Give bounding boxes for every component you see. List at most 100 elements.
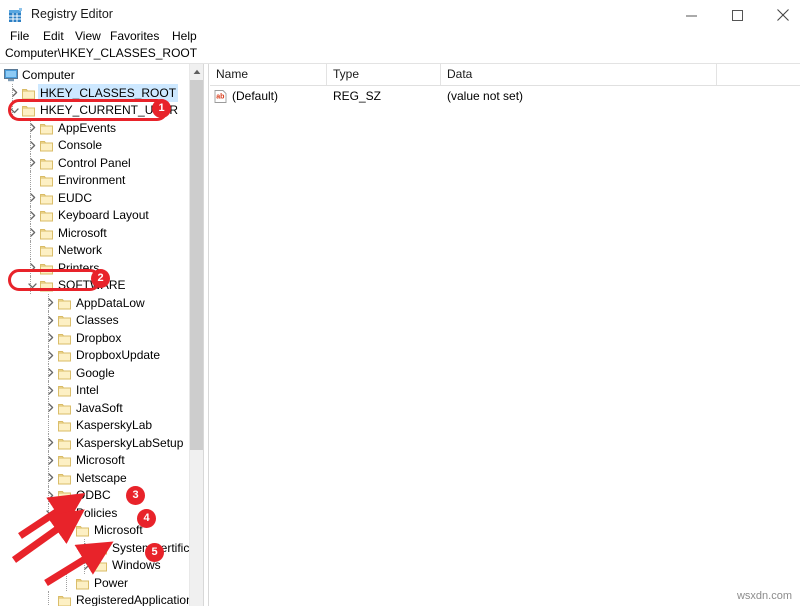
tree-node-label: HKEY_CURRENT_USER bbox=[38, 101, 180, 119]
chevron-right-icon[interactable] bbox=[25, 224, 39, 242]
tree-node-control-panel[interactable]: Control Panel bbox=[0, 154, 189, 172]
menu-file[interactable]: File bbox=[5, 28, 34, 45]
tree-node-power[interactable]: Power bbox=[0, 574, 189, 592]
chevron-right-icon[interactable] bbox=[43, 329, 57, 347]
value-name: (Default) bbox=[232, 87, 278, 106]
tree-node-policies[interactable]: Policies bbox=[0, 504, 189, 522]
registry-tree[interactable]: ComputerHKEY_CLASSES_ROOTHKEY_CURRENT_US… bbox=[0, 64, 189, 606]
registry-grid-icon bbox=[8, 8, 24, 24]
chevron-right-icon[interactable] bbox=[25, 136, 39, 154]
chevron-right-icon[interactable] bbox=[43, 434, 57, 452]
folder-icon bbox=[58, 384, 71, 396]
menu-bar: FileEditViewFavoritesHelp bbox=[0, 25, 800, 47]
tree-node-javasoft[interactable]: JavaSoft bbox=[0, 399, 189, 417]
window-title: Registry Editor bbox=[31, 7, 113, 21]
folder-icon bbox=[58, 402, 71, 414]
tree-node-classes[interactable]: Classes bbox=[0, 311, 189, 329]
chevron-right-icon[interactable] bbox=[79, 556, 93, 574]
folder-icon bbox=[58, 454, 71, 466]
tree-node-kasperskylabsetup[interactable]: KasperskyLabSetup bbox=[0, 434, 189, 452]
tree-node-label: Microsoft bbox=[92, 521, 145, 539]
tree-node-hkey-current-user[interactable]: HKEY_CURRENT_USER bbox=[0, 101, 189, 119]
tree-node-console[interactable]: Console bbox=[0, 136, 189, 154]
tree-node-microsoft[interactable]: Microsoft bbox=[0, 451, 189, 469]
tree-node-environment[interactable]: Environment bbox=[0, 171, 189, 189]
chevron-right-icon[interactable] bbox=[25, 119, 39, 137]
chevron-right-icon[interactable] bbox=[25, 259, 39, 277]
chevron-right-icon[interactable] bbox=[43, 486, 57, 504]
chevron-right-icon[interactable] bbox=[43, 399, 57, 417]
tree-node-label: Microsoft bbox=[74, 451, 127, 469]
folder-icon bbox=[58, 437, 71, 449]
tree-node-microsoft[interactable]: Microsoft bbox=[0, 521, 189, 539]
chevron-right-icon[interactable] bbox=[25, 206, 39, 224]
folder-icon bbox=[40, 209, 53, 221]
folder-icon bbox=[22, 87, 35, 99]
tree-node-dropboxupdate[interactable]: DropboxUpdate bbox=[0, 346, 189, 364]
tree-node-eudc[interactable]: EUDC bbox=[0, 189, 189, 207]
tree-node-appevents[interactable]: AppEvents bbox=[0, 119, 189, 137]
chevron-down-icon[interactable] bbox=[43, 504, 57, 522]
tree-node-label: Network bbox=[56, 241, 104, 259]
tree-node-microsoft[interactable]: Microsoft bbox=[0, 224, 189, 242]
chevron-right-icon[interactable] bbox=[43, 451, 57, 469]
tree-node-label: Microsoft bbox=[56, 224, 109, 242]
chevron-down-icon[interactable] bbox=[7, 101, 21, 119]
chevron-right-icon[interactable] bbox=[43, 469, 57, 487]
tree-node-label: KasperskyLabSetup bbox=[74, 434, 185, 452]
menu-edit[interactable]: Edit bbox=[38, 28, 69, 45]
chevron-right-icon[interactable] bbox=[43, 346, 57, 364]
tree-node-keyboard-layout[interactable]: Keyboard Layout bbox=[0, 206, 189, 224]
tree-node-label: Control Panel bbox=[56, 154, 133, 172]
tree-node-google[interactable]: Google bbox=[0, 364, 189, 382]
scrollbar-thumb[interactable] bbox=[190, 80, 204, 450]
chevron-right-icon[interactable] bbox=[43, 311, 57, 329]
values-list[interactable]: NameTypeData ab(Default)REG_SZ(value not… bbox=[209, 64, 800, 606]
tree-node-software[interactable]: SOFTWARE bbox=[0, 276, 189, 294]
tree-node-label: Windows bbox=[110, 556, 163, 574]
tree-node-intel[interactable]: Intel bbox=[0, 381, 189, 399]
tree-node-label: Computer bbox=[20, 66, 77, 84]
chevron-right-icon[interactable] bbox=[43, 294, 57, 312]
chevron-right-icon[interactable] bbox=[7, 84, 21, 102]
tree-node-dropbox[interactable]: Dropbox bbox=[0, 329, 189, 347]
tree-node-netscape[interactable]: Netscape bbox=[0, 469, 189, 487]
menu-view[interactable]: View bbox=[70, 28, 106, 45]
chevron-right-icon[interactable] bbox=[43, 381, 57, 399]
chevron-down-icon[interactable] bbox=[25, 276, 39, 294]
folder-icon bbox=[40, 139, 53, 151]
watermark: wsxdn.com bbox=[737, 590, 792, 602]
tree-node-odbc[interactable]: ODBC bbox=[0, 486, 189, 504]
value-row[interactable]: ab(Default)REG_SZ(value not set) bbox=[210, 87, 800, 106]
tree-node-systemcertificates[interactable]: SystemCertificates bbox=[0, 539, 189, 557]
address-bar[interactable]: Computer\HKEY_CLASSES_ROOT bbox=[0, 45, 800, 64]
tree-node-hkey-classes-root[interactable]: HKEY_CLASSES_ROOT bbox=[0, 84, 189, 102]
column-header-data[interactable]: Data bbox=[441, 64, 717, 85]
tree-node-kasperskylab[interactable]: KasperskyLab bbox=[0, 416, 189, 434]
tree-node-windows[interactable]: Windows bbox=[0, 556, 189, 574]
tree-scrollbar[interactable] bbox=[189, 64, 204, 606]
computer-icon bbox=[4, 69, 17, 81]
menu-favorites[interactable]: Favorites bbox=[105, 28, 164, 45]
column-header-name[interactable]: Name bbox=[210, 64, 327, 85]
tree-node-computer[interactable]: Computer bbox=[0, 66, 189, 84]
folder-icon bbox=[58, 507, 71, 519]
folder-icon bbox=[40, 174, 53, 186]
chevron-right-icon[interactable] bbox=[25, 154, 39, 172]
chevron-right-icon[interactable] bbox=[79, 539, 93, 557]
folder-icon bbox=[58, 332, 71, 344]
tree-node-registeredapplications[interactable]: RegisteredApplications bbox=[0, 591, 189, 606]
chevron-right-icon[interactable] bbox=[25, 189, 39, 207]
tree-node-label: EUDC bbox=[56, 189, 94, 207]
tree-node-printers[interactable]: Printers bbox=[0, 259, 189, 277]
chevron-down-icon[interactable] bbox=[61, 521, 75, 539]
folder-icon bbox=[58, 367, 71, 379]
menu-help[interactable]: Help bbox=[167, 28, 202, 45]
folder-icon bbox=[58, 594, 71, 606]
scroll-up-icon[interactable] bbox=[190, 64, 204, 79]
folder-icon bbox=[58, 314, 71, 326]
chevron-right-icon[interactable] bbox=[43, 364, 57, 382]
tree-node-network[interactable]: Network bbox=[0, 241, 189, 259]
tree-node-appdatalow[interactable]: AppDataLow bbox=[0, 294, 189, 312]
column-header-type[interactable]: Type bbox=[327, 64, 441, 85]
